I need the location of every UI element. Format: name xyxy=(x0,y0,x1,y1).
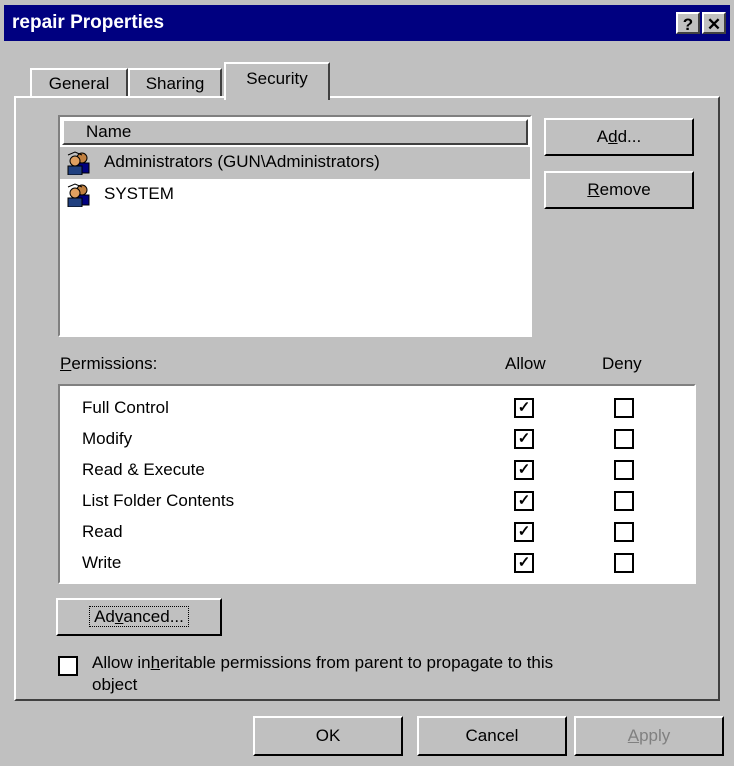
name-column-header[interactable]: Name xyxy=(62,119,528,145)
inherit-label-line2: object xyxy=(92,675,138,694)
tab-security[interactable]: Security xyxy=(224,62,330,100)
permission-row-label: Read & Execute xyxy=(82,460,205,479)
advanced-button-text: Ad xyxy=(94,607,115,626)
name-column-label: Name xyxy=(86,122,132,141)
tab-sharing-label: Sharing xyxy=(145,74,205,93)
allow-column-header: Allow xyxy=(505,354,546,373)
permission-row-label: Read xyxy=(82,522,123,541)
list-item[interactable]: Administrators (GUN\Administrators) xyxy=(60,147,530,179)
permissions-label-text: ermissions: xyxy=(71,354,158,373)
allow-checkbox[interactable]: ✓ xyxy=(514,522,534,542)
allow-checkbox[interactable]: ✓ xyxy=(514,460,534,480)
allow-checkbox[interactable]: ✓ xyxy=(514,429,534,449)
permission-row-label: Write xyxy=(82,553,122,572)
list-item[interactable]: SYSTEM xyxy=(60,179,530,211)
deny-checkbox[interactable] xyxy=(614,429,634,449)
permissions-list[interactable]: Full Control Modify Read & Execute List … xyxy=(58,384,696,584)
ok-button[interactable]: OK xyxy=(253,716,403,756)
inherit-checkbox[interactable] xyxy=(58,656,78,676)
properties-dialog: repair Properties ? ✕ General Sharing Se… xyxy=(0,0,734,766)
add-button-text: A xyxy=(596,127,609,146)
add-button-accel: d xyxy=(608,127,618,146)
remove-button-accel: R xyxy=(587,180,600,199)
tab-sharing[interactable]: Sharing xyxy=(128,68,222,98)
permission-row-label: Full Control xyxy=(82,398,169,417)
remove-button[interactable]: Remove xyxy=(544,171,694,209)
deny-checkbox[interactable] xyxy=(614,491,634,511)
help-button[interactable]: ? xyxy=(676,12,700,34)
tab-general-label: General xyxy=(48,74,110,93)
advanced-button-focus: Advanced... xyxy=(89,606,189,627)
apply-button-accel: A xyxy=(627,726,640,745)
users-group-icon xyxy=(66,151,94,176)
apply-button[interactable]: Apply xyxy=(574,716,724,756)
tab-general[interactable]: General xyxy=(30,68,128,98)
add-button-text-rest: d... xyxy=(617,127,642,146)
deny-checkbox[interactable] xyxy=(614,553,634,573)
allow-checkbox[interactable]: ✓ xyxy=(514,491,534,511)
deny-checkbox[interactable] xyxy=(614,522,634,542)
deny-checkbox[interactable] xyxy=(614,398,634,418)
permission-row-label: List Folder Contents xyxy=(82,491,235,510)
advanced-button[interactable]: Advanced... xyxy=(56,598,222,636)
permissions-label: Permissions: xyxy=(60,354,157,374)
window-title: repair Properties xyxy=(12,12,165,33)
permissions-label-accel: P xyxy=(60,354,72,373)
advanced-button-text-rest: anced... xyxy=(123,607,184,626)
add-button[interactable]: Add... xyxy=(544,118,694,156)
list-item-label: Administrators (GUN\Administrators) xyxy=(104,152,380,171)
inherit-label-text: Allow in xyxy=(92,653,151,672)
deny-column-header: Deny xyxy=(602,354,642,373)
permission-row-label: Modify xyxy=(82,429,133,448)
cancel-button[interactable]: Cancel xyxy=(417,716,567,756)
allow-checkbox[interactable]: ✓ xyxy=(514,553,534,573)
inherit-label[interactable]: Allow inheritable permissions from paren… xyxy=(92,652,692,696)
title-bar: repair Properties ? ✕ xyxy=(4,5,730,41)
inherit-label-accel: h xyxy=(150,653,161,672)
user-list[interactable]: Name Administrators (GUN\Administrators) xyxy=(58,115,532,337)
list-item-label: SYSTEM xyxy=(104,184,174,203)
allow-checkbox[interactable]: ✓ xyxy=(514,398,534,418)
inherit-label-text-rest: eritable permissions from parent to prop… xyxy=(160,653,554,672)
users-group-icon xyxy=(66,183,94,208)
close-button[interactable]: ✕ xyxy=(702,12,726,34)
tab-security-label: Security xyxy=(246,69,308,88)
apply-button-text: pply xyxy=(639,726,671,745)
remove-button-text: emove xyxy=(599,180,651,199)
deny-checkbox[interactable] xyxy=(614,460,634,480)
